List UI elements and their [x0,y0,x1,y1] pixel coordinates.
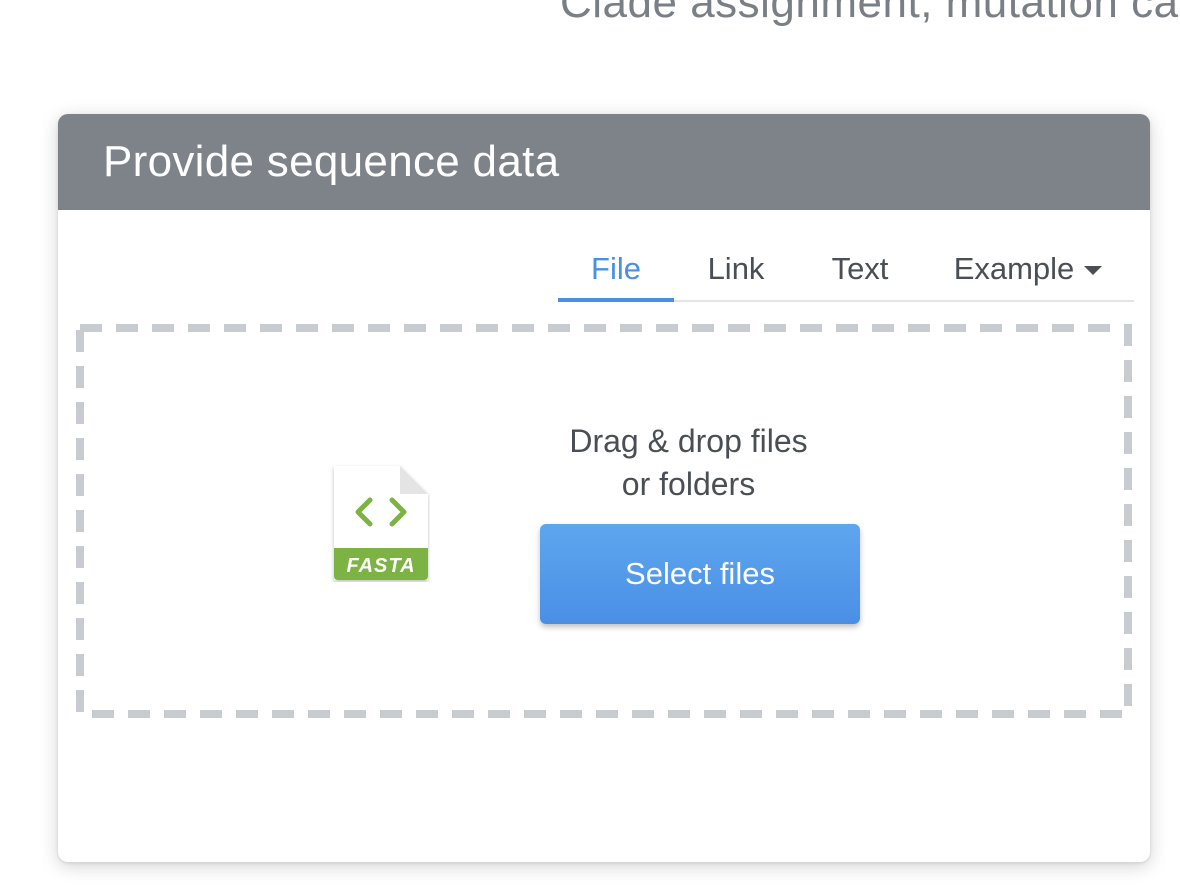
tab-text-label: Text [831,251,889,286]
tab-link-label: Link [707,251,765,286]
dropzone-instructions: Drag & drop files or folders [516,420,861,506]
fasta-label: FASTA [346,555,415,577]
sequence-data-card: Provide sequence data File Link Text Exa… [58,114,1150,862]
file-dropzone[interactable]: FASTA Drag & drop files or folders Selec… [76,324,1132,718]
dropzone-line2: or folders [621,466,756,502]
fasta-file-icon: FASTA [330,462,430,582]
dropzone-line1: Drag & drop files [569,423,808,459]
tab-example-label: Example [953,251,1075,286]
tab-file-label: File [591,251,641,286]
select-files-button[interactable]: Select files [540,524,860,624]
page-subtitle: Clade assignment, mutation ca [560,0,1179,27]
dropzone-dashed-border [76,324,1132,718]
page: Clade assignment, mutation ca Provide se… [0,0,1180,888]
input-tabs: File Link Text Example [558,238,1134,302]
card-title: Provide sequence data [103,137,560,186]
caret-down-icon [1084,265,1103,275]
tab-link[interactable]: Link [674,238,798,300]
tab-file[interactable]: File [558,238,674,302]
tab-example-dropdown[interactable]: Example [922,238,1134,300]
card-header: Provide sequence data [58,114,1150,210]
tab-text[interactable]: Text [798,238,922,300]
